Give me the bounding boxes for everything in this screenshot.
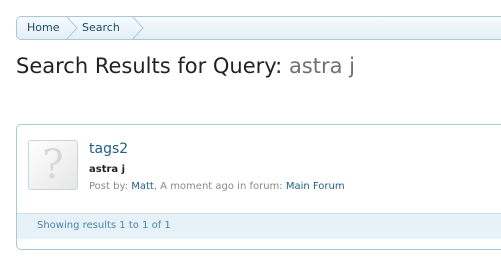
result-meta: Post by: Matt, A moment ago in forum: Ma… [89, 181, 345, 192]
pagination-bar: Showing results 1 to 1 of 1 [17, 213, 501, 239]
forum-link[interactable]: Main Forum [286, 181, 345, 192]
post-time: A moment ago [160, 181, 234, 192]
avatar[interactable]: ? [28, 140, 78, 190]
avatar-placeholder-icon: ? [42, 142, 64, 188]
breadcrumb-separator-icon [66, 16, 78, 40]
search-results-panel: ? tags2 astra j Post by: Matt, A moment … [16, 124, 501, 250]
posted-by-label: Post by: [89, 181, 129, 192]
results-count-text: Showing results 1 to 1 of 1 [37, 220, 171, 231]
result-snippet: astra j [89, 164, 126, 175]
search-query: astra j [288, 54, 355, 78]
author-link[interactable]: Matt [131, 181, 154, 192]
breadcrumb: Home Search [16, 16, 501, 40]
page-title: Search Results for Query: astra j [16, 54, 355, 78]
breadcrumb-home-link[interactable]: Home [27, 17, 59, 39]
breadcrumb-separator-icon [132, 16, 144, 40]
page-title-prefix: Search Results for Query: [16, 54, 283, 78]
result-title-link[interactable]: tags2 [89, 141, 128, 157]
in-forum-label: in forum: [237, 181, 283, 192]
breadcrumb-search-link[interactable]: Search [82, 17, 120, 39]
